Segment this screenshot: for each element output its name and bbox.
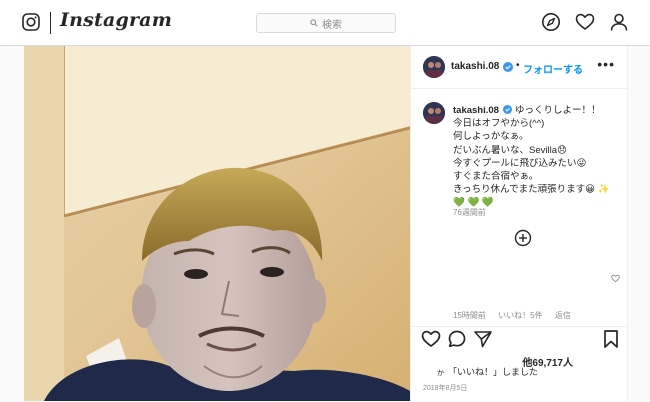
reply-link[interactable]: 返信 <box>555 311 571 320</box>
caption-verified-badge-icon <box>502 105 512 114</box>
liked-by: か「いいね！」しました <box>437 365 538 378</box>
avatar[interactable] <box>423 56 445 78</box>
save-bookmark-icon[interactable] <box>601 329 621 349</box>
top-nav: Instagram 検索 <box>0 0 650 46</box>
caption: takashi.08 ゆっくりしよー！！ 今日はオフやから(^^) 何しよっかなぁ… <box>453 104 623 210</box>
follow-button[interactable]: フォローする <box>523 61 583 76</box>
search-input[interactable]: 検索 <box>256 13 396 33</box>
caption-line: 何しよっかなぁ。 <box>453 131 529 143</box>
comment-likes-link[interactable]: いいね！5件 <box>498 311 542 320</box>
post-header: takashi.08 • フォローする ••• <box>411 46 627 89</box>
caption-line: 今日はオフやから(^^) <box>453 118 545 130</box>
caption-avatar[interactable] <box>423 102 445 124</box>
instagram-wordmark[interactable]: Instagram <box>60 9 172 31</box>
liked-by-user[interactable]: か <box>437 370 444 377</box>
post-sidebar: takashi.08 • フォローする ••• takashi.08 ゆっくりしよ… <box>410 46 627 401</box>
activity-heart-icon[interactable] <box>575 12 595 32</box>
profile-icon[interactable] <box>609 12 629 32</box>
comment-bubble-icon[interactable] <box>447 329 467 349</box>
nav-divider <box>50 12 51 34</box>
like-heart-icon[interactable] <box>421 329 441 349</box>
caption-line: すぐまた合宿やぁ。 <box>453 171 539 183</box>
search-placeholder: 検索 <box>322 19 342 31</box>
instagram-camera-icon[interactable] <box>22 13 40 31</box>
caption-line: だいぶん暑いな、Sevilla😞 <box>453 144 567 156</box>
username[interactable]: takashi.08 <box>451 61 499 72</box>
post-photo[interactable] <box>24 46 410 401</box>
comment-age: 15時間前 <box>453 311 486 320</box>
share-send-icon[interactable] <box>473 329 493 349</box>
search-icon <box>310 19 318 27</box>
liked-by-text: 「いいね！」しました <box>448 367 539 377</box>
caption-line: きっちり休んでまた頑張ります😀 ✨ <box>453 184 610 196</box>
post-actions: 他69,717人 か「いいね！」しました 2018年8月5日 <box>411 326 627 402</box>
selfie-image <box>24 46 410 401</box>
explore-icon[interactable] <box>541 12 561 32</box>
caption-username[interactable]: takashi.08 <box>453 105 499 116</box>
caption-line: ゆっくりしよー！！ <box>514 105 601 116</box>
comment-meta: 15時間前 いいね！5件 返信 <box>453 310 581 321</box>
verified-badge-icon <box>503 62 513 72</box>
caption-timestamp: 76週間前 <box>453 208 486 217</box>
bullet-separator: • <box>516 60 520 71</box>
comment-like-heart-icon[interactable] <box>611 274 620 283</box>
load-more-comments-icon[interactable] <box>514 229 532 247</box>
post-date[interactable]: 2018年8月5日 <box>423 383 467 393</box>
caption-line: 今すぐプールに飛び込みたい😜 <box>453 157 587 169</box>
more-options-button[interactable]: ••• <box>597 56 615 72</box>
